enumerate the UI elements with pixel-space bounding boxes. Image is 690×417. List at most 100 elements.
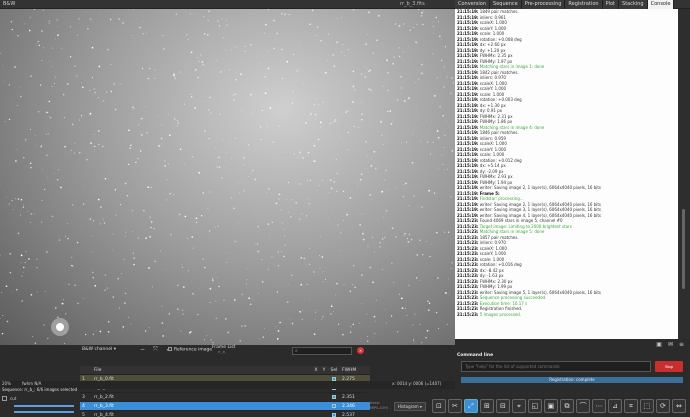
save-log-icon[interactable]: ✉: [668, 341, 673, 348]
header-file[interactable]: File: [92, 366, 312, 374]
console-timestamp: 21:15:23:: [457, 306, 479, 311]
console-message: rotation: +0.008 deg: [479, 36, 522, 42]
stop-button[interactable]: Stop: [655, 361, 683, 372]
star-field: [0, 9, 454, 345]
row-index: 3: [82, 395, 85, 400]
tool-0-icon[interactable]: ⊡: [431, 399, 446, 413]
frame-toolbar: B&W channel ▾ − ⤧ ✓ Reference image Fram…: [80, 345, 370, 357]
header-fwhm[interactable]: FWHM: [340, 366, 370, 374]
console-message: inliers: 0.970: [479, 240, 506, 245]
console-log: 21:15:19: 1849 pair matches. 21:15:19: in…: [455, 9, 678, 339]
row-select[interactable]: [328, 402, 340, 410]
console-scrollbar[interactable]: [678, 9, 690, 339]
tool-1-icon[interactable]: ✂: [447, 399, 462, 413]
row-checkbox[interactable]: [332, 376, 336, 381]
tool-5-icon[interactable]: ⌖: [511, 399, 526, 413]
tab-sequence[interactable]: Sequence: [490, 0, 522, 9]
header-x[interactable]: X: [312, 366, 320, 374]
row-checkbox[interactable]: [332, 394, 336, 399]
console-timestamp: 21:15:23:: [457, 245, 479, 251]
row-x: [312, 393, 320, 401]
image-viewer[interactable]: [0, 9, 455, 345]
tool-7-icon[interactable]: ▣: [543, 399, 558, 413]
reference-image-checkbox[interactable]: Reference image: [168, 347, 212, 353]
low-cut-slider[interactable]: [14, 411, 74, 413]
tool-14-icon[interactable]: ⟳: [655, 399, 670, 413]
menu-icon[interactable]: ≡: [679, 341, 684, 348]
row-index: 5: [82, 413, 85, 417]
frame-search-input[interactable]: ⌕: [292, 347, 352, 355]
console-message: Frame 5:: [479, 190, 500, 196]
tool-4-icon[interactable]: ⊟: [495, 399, 510, 413]
table-row[interactable]: 5 rr_b_4.fit 2.537: [80, 411, 370, 417]
console-message: scaleY: 1.000: [479, 146, 507, 152]
cut-checkbox[interactable]: [2, 396, 7, 401]
tool-3-icon[interactable]: ⊞: [479, 399, 494, 413]
row-checkbox[interactable]: [332, 403, 336, 408]
console-timestamp: 21:15:19:: [457, 152, 479, 157]
clear-log-icon[interactable]: ▣: [656, 341, 662, 348]
row-checkbox[interactable]: [332, 412, 336, 417]
header-y[interactable]: Y: [320, 366, 328, 374]
top-bar: B&W rr_b_3.fits Conversion Sequence Pre-…: [0, 0, 690, 9]
row-x: [312, 411, 320, 417]
console-message: writer: Saving image 3, 1 layer(s), 6064…: [479, 207, 602, 212]
console-timestamp: 21:15:23:: [457, 262, 479, 267]
console-message: FWHMy: 1.94 px: [479, 179, 513, 185]
console-message: dy: -2.09 px: [479, 168, 504, 174]
command-input[interactable]: [461, 361, 651, 372]
console-message: FWHMy: 1.99 px: [479, 284, 513, 289]
progress-bar: Registration: complete: [461, 377, 683, 383]
close-icon[interactable]: ×: [357, 347, 364, 354]
console-timestamp: 21:15:23:: [457, 289, 479, 295]
console-timestamp: 21:15:19:: [457, 113, 479, 119]
console-message: Matching stars in image 5: done: [479, 229, 545, 234]
minus-icon[interactable]: −: [140, 346, 145, 354]
tab-console[interactable]: Console: [647, 0, 675, 9]
tool-11-icon[interactable]: ⊿: [607, 399, 622, 413]
table-row[interactable]: 3 rr_b_2.fit 2.351: [80, 393, 370, 402]
header-sel[interactable]: Sel: [328, 366, 340, 374]
console-timestamp: 21:15:19:: [457, 207, 479, 212]
tab-conversion[interactable]: Conversion: [455, 0, 491, 9]
tab-plot[interactable]: Plot: [602, 0, 620, 9]
console-message: FWHMy: 1.97 px: [479, 58, 513, 64]
tab-preprocessing[interactable]: Pre-processing: [521, 0, 566, 9]
console-message: Target image: Limiting to 2000 brightest…: [479, 223, 572, 229]
tab-registration[interactable]: Registration: [565, 0, 603, 9]
tool-8-icon[interactable]: ⧉: [559, 399, 574, 413]
row-fwhm: 2.537: [342, 413, 355, 417]
tool-9-icon[interactable]: ⌒: [575, 399, 590, 413]
checkbox-box[interactable]: [168, 347, 172, 351]
channel-select[interactable]: B&W channel ▾: [82, 347, 116, 352]
console-timestamp: 21:15:19:: [457, 130, 479, 135]
display-mode-list[interactable]: linear MIPS-LOHI: [370, 401, 388, 411]
console-timestamp: 21:15:19:: [457, 91, 479, 97]
console-timestamp: 21:15:19:: [457, 168, 479, 174]
scrollbar-thumb[interactable]: [682, 209, 685, 289]
console-message: Execution time: 10.17 s: [479, 300, 528, 306]
table-row[interactable]: 4 rr_b_3.fit 2.346: [80, 402, 370, 411]
console-timestamp: 21:15:19:: [457, 20, 479, 25]
crosshair-icon[interactable]: ⤧: [153, 346, 158, 354]
tool-12-icon[interactable]: ⌗: [623, 399, 638, 413]
cursor-coordinates: x: 0014 y: 0006 (=1407): [392, 381, 442, 386]
tool-6-icon[interactable]: ◱: [527, 399, 542, 413]
console-timestamp: 21:15:23:: [457, 311, 479, 317]
console-message: dx: +1.30 px: [479, 102, 506, 108]
row-select[interactable]: [328, 393, 340, 401]
tool-2-icon[interactable]: ⤢: [463, 399, 478, 413]
cut-toggle[interactable]: cut: [2, 396, 16, 401]
console-timestamp: 21:15:19:: [457, 64, 479, 69]
tool-15-icon[interactable]: ⇔: [671, 399, 686, 413]
main-tabs: Conversion Sequence Pre-processing Regis…: [455, 0, 675, 9]
tool-10-icon[interactable]: ⋯: [591, 399, 606, 413]
tool-13-icon[interactable]: ⬚: [639, 399, 654, 413]
row-fwhm: 2.346: [342, 404, 355, 409]
row-select[interactable]: [328, 411, 340, 417]
high-cut-slider[interactable]: [14, 405, 74, 407]
tab-stacking[interactable]: Stacking: [619, 0, 648, 9]
histogram-select[interactable]: Histogram ▾: [393, 401, 426, 411]
console-timestamp: 21:15:23:: [457, 284, 479, 289]
console-timestamp: 21:15:23:: [457, 273, 479, 278]
